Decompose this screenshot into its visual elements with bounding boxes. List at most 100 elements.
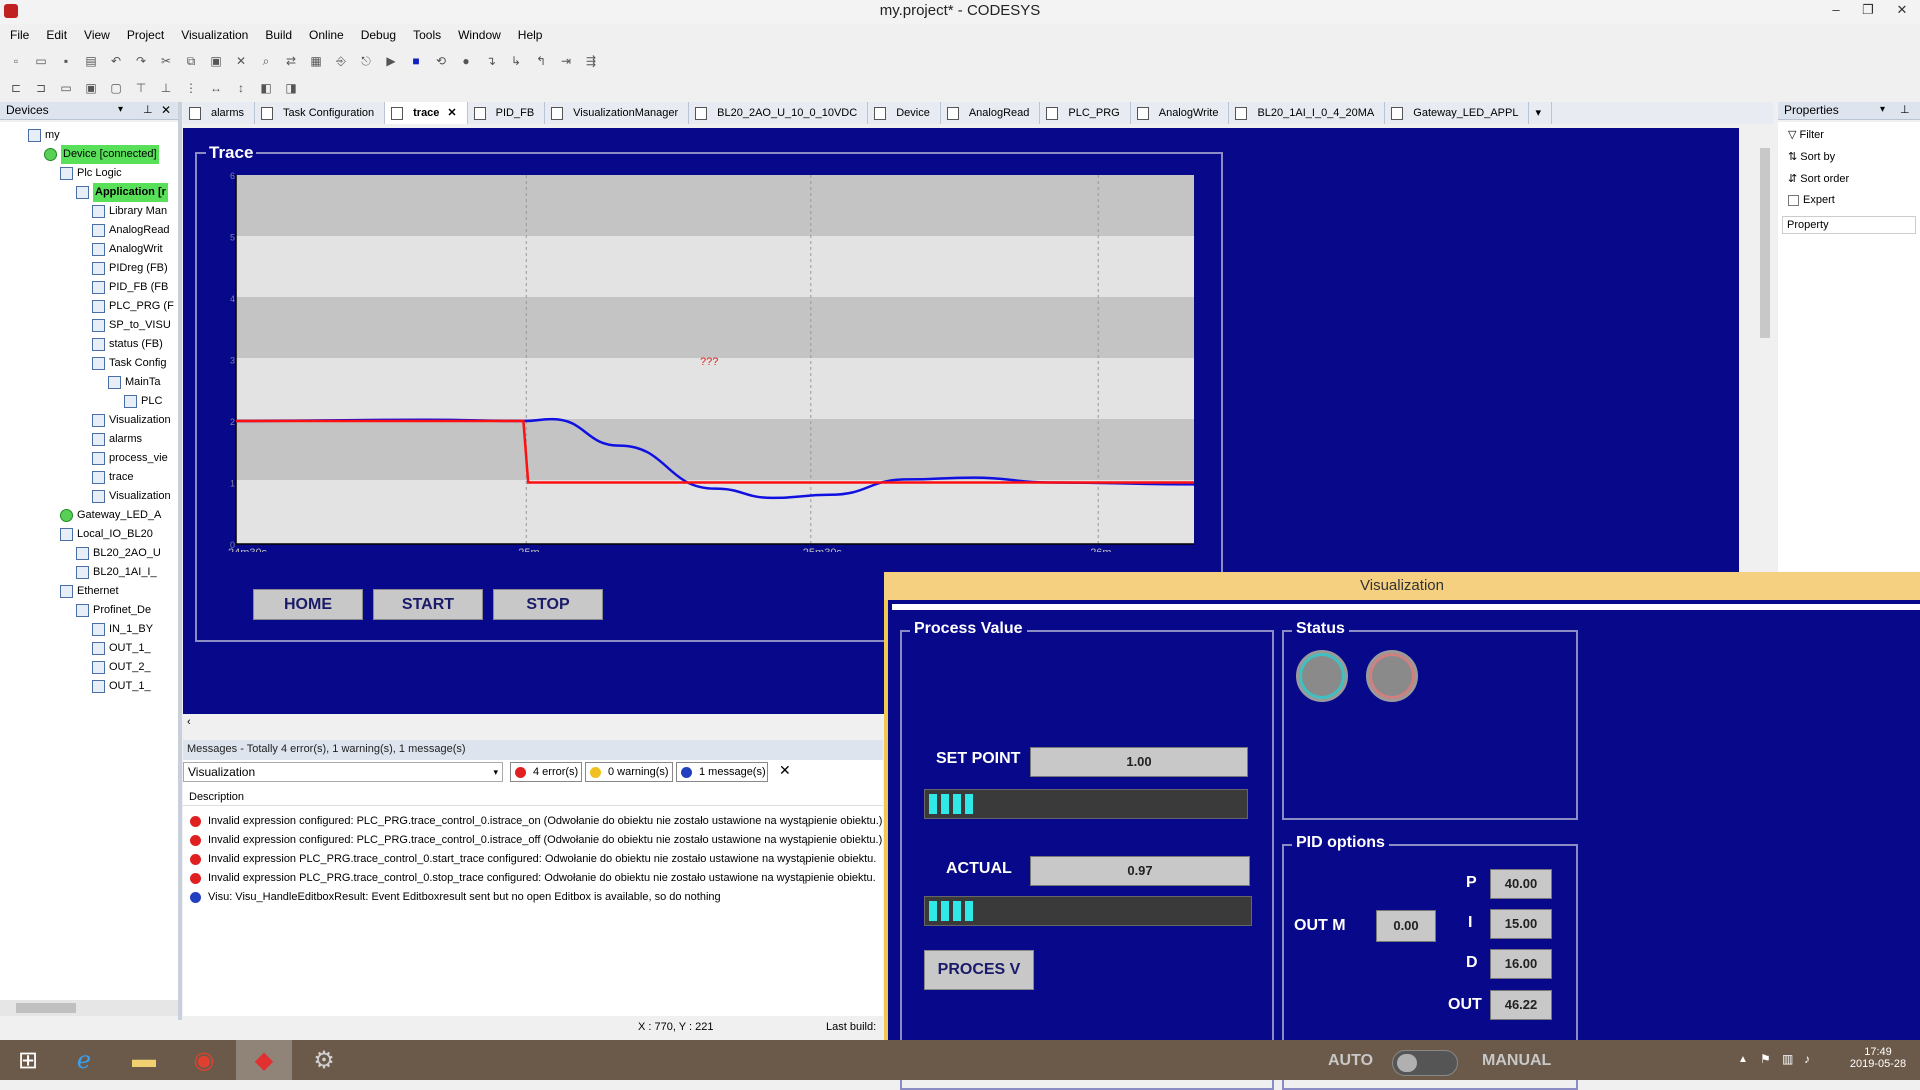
menu-project[interactable]: Project bbox=[127, 28, 164, 42]
tray-arrow-icon[interactable]: ▲ bbox=[1738, 1054, 1748, 1065]
send-back-icon[interactable]: ◨ bbox=[281, 78, 301, 98]
close-tab-icon[interactable]: ✕ bbox=[447, 103, 456, 124]
write-values-icon[interactable]: ⇥ bbox=[556, 51, 576, 71]
tree-item[interactable]: MainTa bbox=[108, 373, 160, 392]
devices-close-icon[interactable]: ✕ bbox=[161, 103, 171, 117]
tree-item[interactable]: Visualization bbox=[92, 411, 171, 430]
tab-gateway-led-appl[interactable]: Gateway_LED_APPL bbox=[1385, 102, 1530, 124]
menu-view[interactable]: View bbox=[84, 28, 110, 42]
stop-icon[interactable]: ■ bbox=[406, 51, 426, 71]
save-icon[interactable]: ▪ bbox=[56, 51, 76, 71]
tab-bl20-1ai-i-0-4-20ma[interactable]: BL20_1AI_I_0_4_20MA bbox=[1229, 102, 1386, 124]
explorer-icon[interactable]: ▬ bbox=[116, 1040, 172, 1080]
tree-item[interactable]: alarms bbox=[92, 430, 142, 449]
tab-visualizationmanager[interactable]: VisualizationManager bbox=[545, 102, 690, 124]
menu-edit[interactable]: Edit bbox=[46, 28, 67, 42]
ungroup-icon[interactable]: ▢ bbox=[106, 78, 126, 98]
i-field[interactable]: 15.00 bbox=[1490, 909, 1552, 939]
errors-filter-button[interactable]: 4 error(s) bbox=[510, 762, 582, 782]
ie-icon[interactable]: ℯ bbox=[56, 1040, 112, 1080]
force-values-icon[interactable]: ⇶ bbox=[581, 51, 601, 71]
tab-bl20-2ao-u-10-0-10vdc[interactable]: BL20_2AO_U_10_0_10VDC bbox=[689, 102, 869, 124]
replace-icon[interactable]: ⇄ bbox=[281, 51, 301, 71]
d-field[interactable]: 16.00 bbox=[1490, 949, 1552, 979]
devices-pin-icon[interactable]: ⊥ bbox=[143, 103, 153, 116]
menu-build[interactable]: Build bbox=[265, 28, 292, 42]
sort-order-button[interactable]: ⇵ Sort order bbox=[1788, 172, 1849, 185]
expert-checkbox[interactable]: Expert bbox=[1788, 194, 1835, 206]
stop-button[interactable]: STOP bbox=[493, 589, 603, 620]
warnings-filter-button[interactable]: 0 warning(s) bbox=[585, 762, 673, 782]
message-row[interactable]: Invalid expression configured: PLC_PRG.t… bbox=[190, 831, 882, 849]
tree-item[interactable]: PID_FB (FB bbox=[92, 278, 168, 297]
tab-pid-fb[interactable]: PID_FB bbox=[468, 102, 546, 124]
clock[interactable]: 17:49 2019-05-28 bbox=[1848, 1046, 1908, 1070]
devices-hscrollbar[interactable] bbox=[0, 1000, 178, 1016]
tree-item[interactable]: my bbox=[28, 126, 60, 145]
tree-item[interactable]: trace bbox=[92, 468, 133, 487]
tree-item[interactable]: Task Config bbox=[92, 354, 166, 373]
message-row[interactable]: Invalid expression PLC_PRG.trace_control… bbox=[190, 850, 876, 868]
tree-item[interactable]: SP_to_VISU bbox=[92, 316, 171, 335]
tabs-overflow-dropdown[interactable]: ▾ bbox=[1529, 102, 1552, 124]
chrome-icon[interactable]: ◉ bbox=[176, 1040, 232, 1080]
tree-item[interactable]: AnalogWrit bbox=[92, 240, 163, 259]
tool-icon[interactable]: ⚙ bbox=[296, 1040, 352, 1080]
p-field[interactable]: 40.00 bbox=[1490, 869, 1552, 899]
build-icon[interactable]: ▦ bbox=[306, 51, 326, 71]
reset-icon[interactable]: ⟲ bbox=[431, 51, 451, 71]
menu-tools[interactable]: Tools bbox=[413, 28, 441, 42]
devices-dropdown-icon[interactable]: ▾ bbox=[118, 104, 123, 115]
set-point-field[interactable]: 1.00 bbox=[1030, 747, 1248, 777]
message-row[interactable]: Invalid expression configured: PLC_PRG.t… bbox=[190, 812, 882, 830]
tree-item[interactable]: AnalogRead bbox=[92, 221, 170, 240]
login-icon[interactable]: ⎆ bbox=[331, 51, 351, 71]
tab-task-configuration[interactable]: Task Configuration bbox=[255, 102, 386, 124]
open-folder-icon[interactable]: ▭ bbox=[31, 51, 51, 71]
tab-plc-prg[interactable]: PLC_PRG bbox=[1040, 102, 1131, 124]
tree-item[interactable]: OUT_1_ bbox=[92, 639, 151, 658]
menu-debug[interactable]: Debug bbox=[361, 28, 396, 42]
tree-item[interactable]: OUT_1_ bbox=[92, 677, 151, 696]
run-icon[interactable]: ▶ bbox=[381, 51, 401, 71]
tree-item[interactable]: IN_1_BY bbox=[92, 620, 153, 639]
align-top-icon[interactable]: ⊤ bbox=[131, 78, 151, 98]
new-file-icon[interactable]: ▫ bbox=[6, 51, 26, 71]
out-m-field[interactable]: 0.00 bbox=[1376, 910, 1436, 942]
start-icon[interactable]: ⊞ bbox=[0, 1040, 56, 1080]
tree-item[interactable]: status (FB) bbox=[92, 335, 163, 354]
align-left-icon[interactable]: ⊏ bbox=[6, 78, 26, 98]
tree-item[interactable]: BL20_1AI_I_ bbox=[76, 563, 157, 582]
message-row[interactable]: Visu: Visu_HandleEditboxResult: Event Ed… bbox=[190, 888, 721, 906]
menu-visualization[interactable]: Visualization bbox=[181, 28, 248, 42]
tree-item[interactable]: Ethernet bbox=[60, 582, 119, 601]
tree-item[interactable]: Local_IO_BL20 bbox=[60, 525, 153, 544]
properties-pin-icon[interactable]: ⊥ bbox=[1900, 103, 1910, 116]
breakpoint-icon[interactable]: ● bbox=[456, 51, 476, 71]
restore-button[interactable]: ❐ bbox=[1850, 0, 1886, 22]
copy-icon[interactable]: ⧉ bbox=[181, 51, 201, 71]
same-width-icon[interactable]: ↔ bbox=[206, 78, 226, 98]
tree-item[interactable]: Gateway_LED_A bbox=[60, 506, 161, 525]
volume-icon[interactable]: ♪ bbox=[1804, 1052, 1810, 1066]
canvas-hscrollbar[interactable]: ‹ bbox=[183, 714, 883, 732]
find-icon[interactable]: ⌕ bbox=[256, 51, 276, 71]
tab-trace[interactable]: trace ✕ bbox=[385, 102, 468, 124]
codesys-icon[interactable]: ◆ bbox=[236, 1040, 292, 1080]
canvas-vscrollbar[interactable] bbox=[1757, 128, 1773, 570]
tree-item[interactable]: process_vie bbox=[92, 449, 168, 468]
tree-item[interactable]: Application [r bbox=[76, 183, 168, 202]
step-over-icon[interactable]: ↴ bbox=[481, 51, 501, 71]
undo-icon[interactable]: ↶ bbox=[106, 51, 126, 71]
messages-filter-select[interactable]: Visualization ▾ bbox=[183, 762, 503, 782]
filter-button[interactable]: ▽ Filter bbox=[1788, 128, 1824, 141]
tab-alarms[interactable]: alarms bbox=[183, 102, 256, 124]
align-right-icon[interactable]: ⊐ bbox=[31, 78, 51, 98]
group-icon[interactable]: ▣ bbox=[81, 78, 101, 98]
tree-item[interactable]: PLC bbox=[124, 392, 162, 411]
minimize-button[interactable]: ‒ bbox=[1818, 0, 1854, 22]
messages-filter-button[interactable]: 1 message(s) bbox=[676, 762, 768, 782]
tree-item[interactable]: BL20_2AO_U bbox=[76, 544, 161, 563]
distribute-icon[interactable]: ⋮ bbox=[181, 78, 201, 98]
delete-icon[interactable]: ✕ bbox=[231, 51, 251, 71]
